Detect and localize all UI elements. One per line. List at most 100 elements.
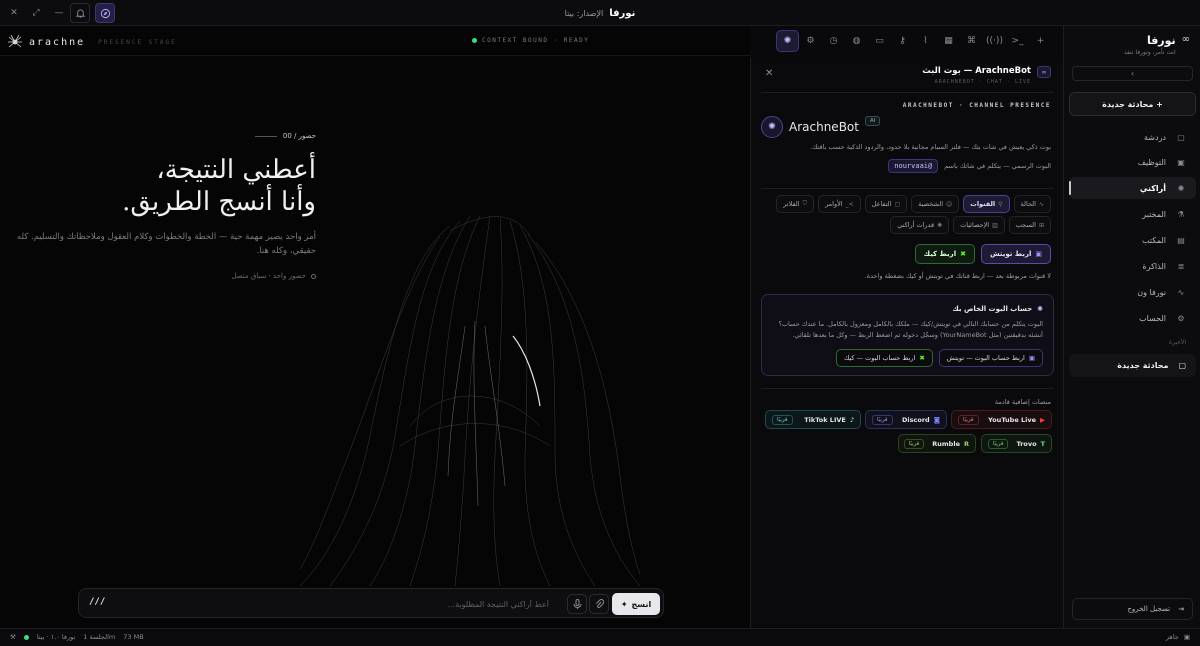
key-icon[interactable]: ⚷ — [891, 30, 914, 52]
spider-tool-icon[interactable]: ✺ — [776, 30, 799, 52]
folder-icon[interactable]: ▭ — [868, 30, 891, 52]
brand-subtitle: PRESENCE STAGE — [98, 38, 177, 46]
link-bot-twitch-label: اربط حساب البوت — تويتش — [946, 354, 1025, 362]
sidebar-item-office[interactable]: ▤ المكتب — [1069, 229, 1196, 251]
platform-youtube: ▶ YouTube Live قريبًا — [951, 410, 1052, 429]
hero-title-line-1: أعطني النتيجة، — [156, 155, 316, 185]
link-bot-kick-button[interactable]: ✖ اربط حساب البوت — كيك — [835, 349, 933, 367]
collapse-button[interactable]: ‹ — [1072, 66, 1193, 81]
connect-kick-button[interactable]: ✖ اربط كيك — [914, 244, 975, 264]
tab-label: التفاعل — [871, 200, 892, 208]
sidebar-item-label: الذاكرة — [1142, 261, 1167, 271]
gear-icon: ⚙ — [1177, 313, 1185, 323]
status-left: ⚒ نورفا ١.٠ · بيتا الجلسة 1m 73 MB — [10, 633, 144, 641]
link-bot-twitch-button[interactable]: ▣ اربط حساب البوت — تويتش — [938, 349, 1043, 367]
sidebar-item-chat[interactable]: ▢ دردشة — [1069, 126, 1196, 148]
globe-icon[interactable]: ◍ — [845, 30, 868, 52]
gear-icon[interactable]: ⚙ — [799, 30, 822, 52]
bot-account-buttons: ▣ اربط حساب البوت — تويتش ✖ اربط حساب البو… — [835, 349, 1043, 367]
sidebar-item-lab[interactable]: ⚗ المختبر — [1069, 203, 1196, 225]
tab-status[interactable]: ∿ الحالة — [1013, 195, 1051, 213]
tab-personality[interactable]: ☺ الشخصية — [911, 195, 960, 213]
coming-soon-badge: قريبًا — [987, 438, 1009, 449]
app-version: الإصدار: بيتا — [564, 8, 604, 18]
platform-tiktok: ♪ TikTok LIVE قريبًا — [765, 410, 861, 429]
spider-icon: ✺ — [1177, 183, 1185, 193]
tab-arachne-abilities[interactable]: ✺ قدرات أراكني — [890, 216, 950, 234]
woven-figure-graphic — [300, 215, 640, 587]
recent-chat-item[interactable]: ▢ محادثة جديدة — [1069, 354, 1196, 377]
title-bar: ✕ ⤢ — نورفا الإصدار: بيتا — [0, 0, 1200, 26]
spider-icon: ✺ — [1037, 305, 1043, 313]
flask-icon: ⚗ — [1177, 209, 1185, 219]
sidebar-item-hiring[interactable]: ▣ التوظيف — [1069, 151, 1196, 173]
code-icon[interactable]: ⌘ — [960, 30, 983, 52]
sidebar-item-account[interactable]: ⚙ الحساب — [1069, 307, 1196, 329]
status-right: ▣ جاهز — [1166, 633, 1190, 641]
microphone-icon[interactable] — [567, 594, 587, 614]
terminal-icon[interactable]: >_ — [1006, 30, 1029, 52]
context-status: CONTEXT BOUND · READY — [472, 37, 589, 44]
bot-account-title: ✺ حساب البوت الخاص بك — [952, 305, 1043, 313]
panel-header: ∞ ArachneBot — بوت البث ARACHNEBOT · CHA… — [922, 66, 1051, 85]
tab-filters[interactable]: ⛉ الفلاتر — [776, 195, 815, 213]
wrench-icon: ⚒ — [10, 633, 16, 641]
broadcast-icon[interactable]: ((·)) — [983, 30, 1006, 52]
section-label: ARACHNEBOT · CHANNEL PRESENCE — [902, 102, 1051, 109]
sidebar-item-label: دردشة — [1144, 132, 1166, 142]
sidebar-item-arachne[interactable]: ✺ أراكني — [1069, 177, 1196, 199]
sidebar-item-memory[interactable]: ≣ الذاكرة — [1069, 255, 1196, 277]
hero-kicker: حضور / 00 — [0, 132, 316, 140]
twitch-icon: ▣ — [1028, 354, 1035, 362]
memory-label: 73 MB — [123, 633, 144, 641]
gift-icon: ⊞ — [1038, 221, 1044, 229]
bot-owner: البوت الرسمي — يتكلم في شاتك باسم @nourv… — [888, 159, 1051, 173]
tab-commands[interactable]: >_ الأوامر — [818, 195, 861, 213]
connect-twitch-button[interactable]: ▣ اربط تويتش — [980, 244, 1051, 264]
check-square-icon: ▣ — [1183, 633, 1190, 641]
coming-soon-badge: قريبًا — [903, 438, 925, 449]
brand-name: arachne — [29, 36, 86, 48]
prompt-input[interactable] — [249, 595, 549, 613]
tab-giveaways[interactable]: ⊞ السجب — [1008, 216, 1051, 234]
plus-icon[interactable]: + — [1029, 30, 1052, 52]
recent-label: الأخيرة — [1168, 339, 1186, 346]
ai-badge: AI — [864, 116, 881, 126]
hero-meta: حضور واحد · سياق متصل — [0, 272, 316, 280]
twitch-icon: ▣ — [1035, 250, 1042, 258]
tab-label: القنوات — [970, 200, 996, 208]
sidebar-item-label: التوظيف — [1137, 157, 1166, 167]
logout-button[interactable]: ⇥ تسجيل الخروج — [1072, 598, 1193, 620]
bar-chart-icon: ▥ — [992, 221, 998, 229]
platform-rumble: R Rumble قريبًا — [898, 434, 976, 453]
stage-header: arachne PRESENCE STAGE CONTEXT BOUND · R… — [0, 26, 750, 56]
composer: /// انسج✦ — [78, 588, 664, 618]
chat-bubble-icon: ▢ — [1178, 361, 1186, 370]
ready-label: جاهز — [1165, 633, 1179, 641]
divider — [761, 388, 1054, 389]
new-chat-button[interactable]: + محادثة جديدة — [1069, 92, 1196, 116]
recent-chat-label: محادثة جديدة — [1117, 361, 1169, 370]
attach-icon[interactable] — [589, 594, 609, 614]
tab-channels[interactable]: ⚲ القنوات — [963, 195, 1010, 213]
tiktok-icon: ♪ — [849, 415, 854, 424]
paperclip-icon[interactable]: ⌇ — [914, 30, 937, 52]
calendar-icon[interactable]: ▦ — [937, 30, 960, 52]
close-panel-icon[interactable]: ✕ — [765, 68, 773, 79]
weave-button[interactable]: انسج ✦ — [612, 593, 660, 615]
tab-stats[interactable]: ▥ الإحصائيات — [953, 216, 1005, 234]
link-bot-kick-label: اربط حساب البوت — كيك — [843, 354, 916, 362]
clock-icon[interactable]: ◷ — [822, 30, 845, 52]
bot-account-title-label: حساب البوت الخاص بك — [952, 305, 1033, 313]
spider-icon: ✺ — [937, 221, 943, 229]
owner-handle[interactable]: @nourvaai — [888, 159, 939, 173]
hero-description: أمر واحد يصير مهمة حية — الخطة والخطوات … — [16, 232, 316, 256]
infinity-logo-icon: ∞ — [1181, 34, 1190, 45]
hero: حضور / 00 أعطني النتيجة، وأنا أنسج الطريق… — [0, 132, 316, 280]
tab-interaction[interactable]: ▢ التفاعل — [864, 195, 908, 213]
hero-title: أعطني النتيجة، وأنا أنسج الطريق. — [0, 154, 316, 218]
sidebar-item-nourva-one[interactable]: ∿ نورفا ون — [1069, 281, 1196, 303]
kick-icon: ✖ — [919, 354, 925, 362]
tab-label: السجب — [1015, 221, 1036, 229]
sidebar-item-label: نورفا ون — [1137, 287, 1166, 297]
